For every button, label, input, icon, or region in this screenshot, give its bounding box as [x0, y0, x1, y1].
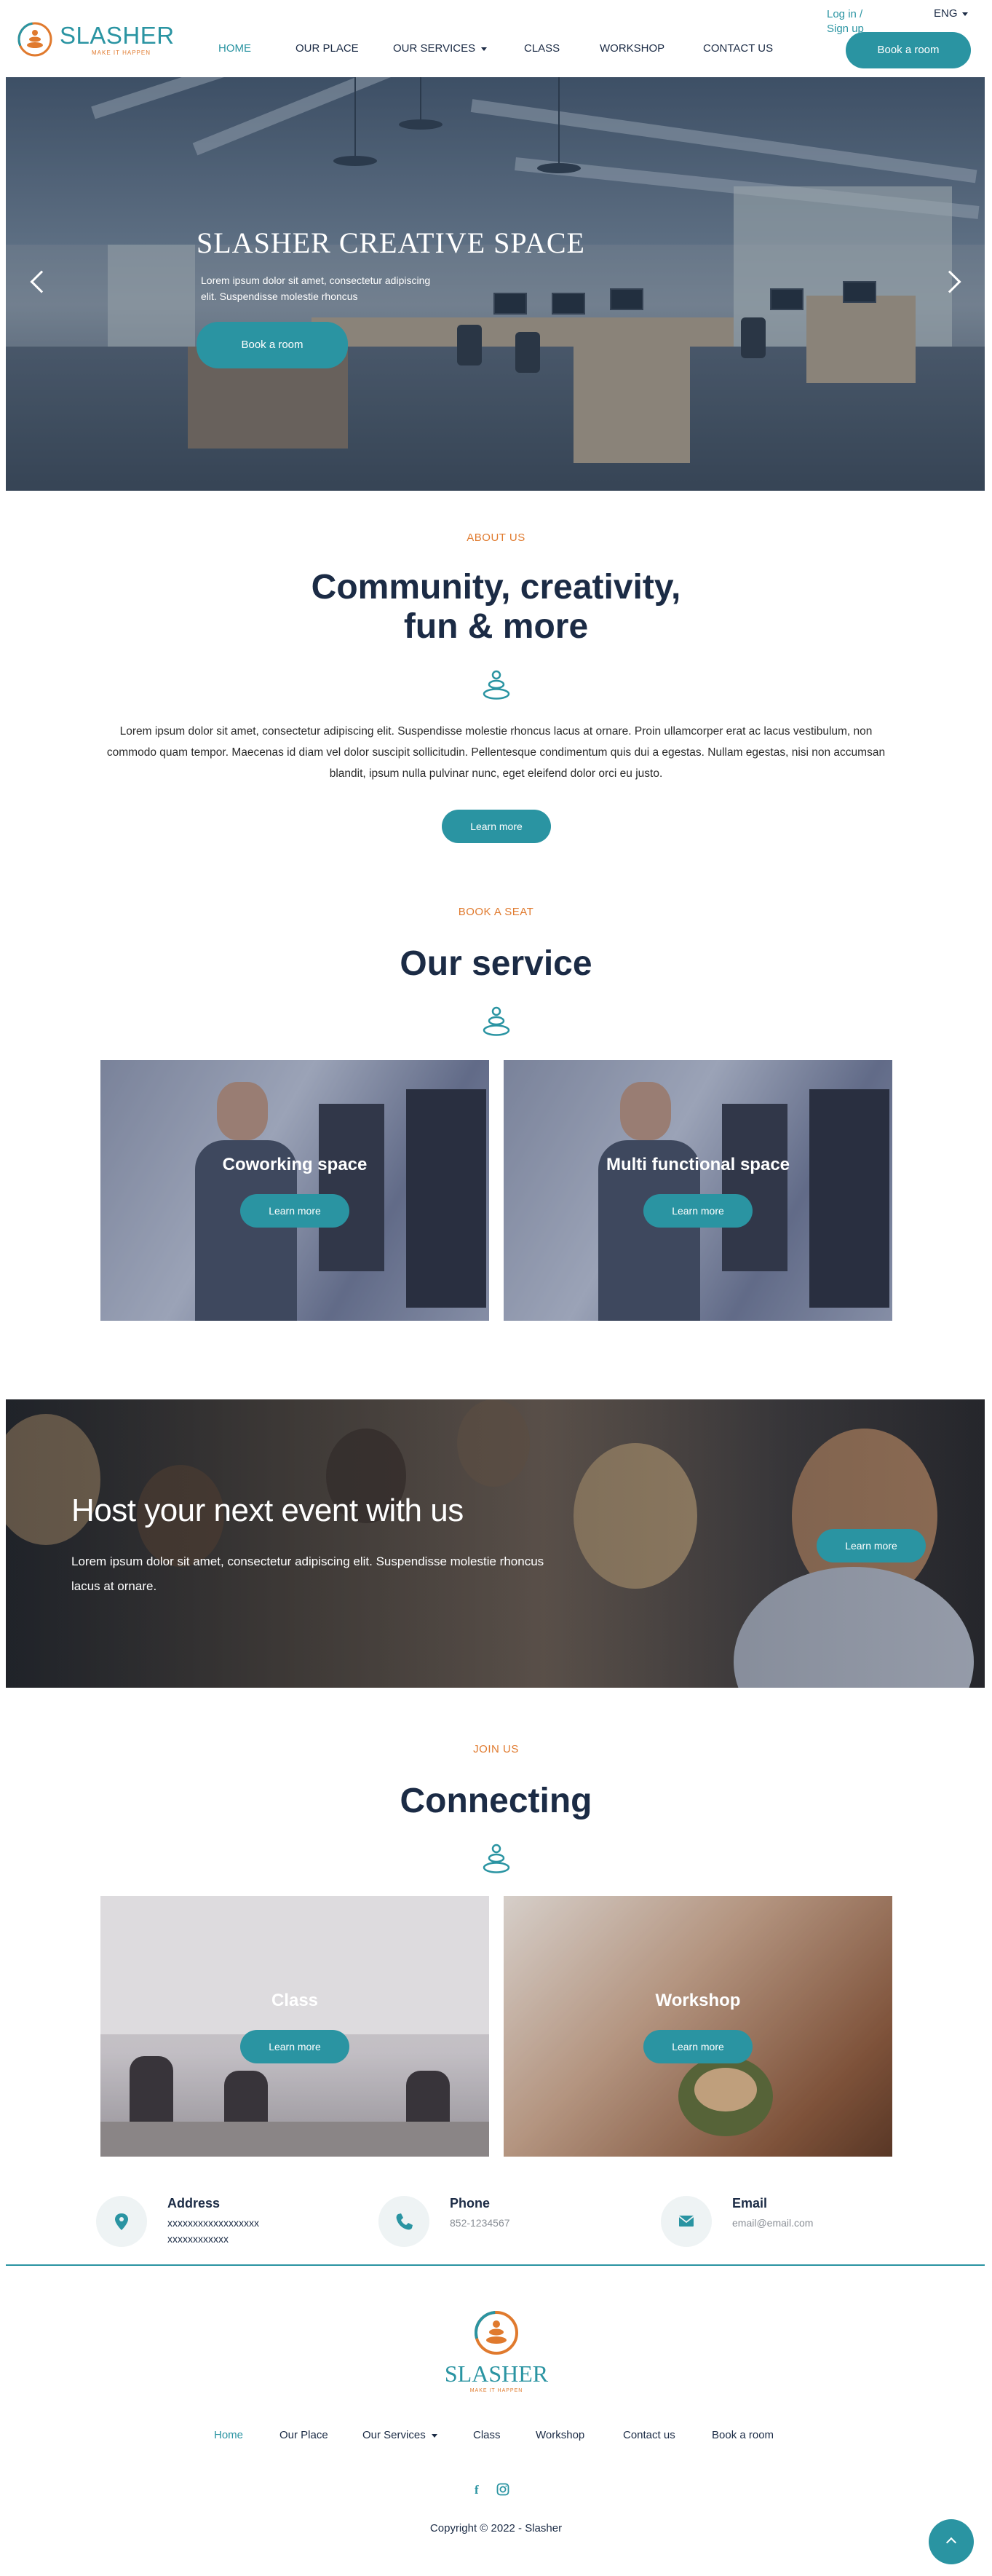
event-text: Lorem ipsum dolor sit amet, consectetur …	[71, 1554, 544, 1593]
footer-logo[interactable]: SLASHER make it happen	[441, 2310, 552, 2397]
service-card-title: Coworking space	[222, 1155, 368, 1174]
logo-mark-icon	[17, 22, 52, 57]
logo-tagline: make it happen	[92, 50, 151, 56]
zen-stones-icon	[483, 670, 510, 700]
connecting-card-title: Class	[271, 1991, 319, 2010]
chevron-down-icon	[481, 47, 488, 51]
service-card-title: Multi functional space	[606, 1155, 790, 1174]
email-icon-circle	[661, 2196, 712, 2247]
facebook-icon[interactable]: f	[475, 2483, 479, 2497]
connecting-title: Connecting	[400, 1782, 592, 1820]
footer-nav-our-services-label: Our Services	[362, 2429, 426, 2441]
connecting-card-learn-more-button[interactable]: Learn more	[240, 2030, 349, 2063]
chevron-down-icon	[431, 2433, 437, 2438]
address-icon-circle	[96, 2196, 147, 2247]
hero-text: Lorem ipsum dolor sit amet, consectetur …	[201, 274, 431, 302]
address-line1: xxxxxxxxxxxxxxxxxx	[167, 2217, 259, 2229]
service-card-coworking[interactable]: Coworking space Learn more	[100, 1060, 489, 1321]
nav-our-place[interactable]: OUR PLACE	[295, 42, 359, 55]
email-label: Email	[732, 2196, 768, 2210]
card-overlay	[100, 1060, 489, 1321]
phone-label: Phone	[450, 2196, 491, 2210]
logo-mark-icon	[475, 2311, 518, 2355]
address-line2: xxxxxxxxxxxx	[167, 2233, 229, 2245]
services-title: Our service	[400, 944, 592, 983]
connecting-card-workshop[interactable]: Workshop Learn more	[504, 1896, 892, 2157]
email-value[interactable]: email@email.com	[732, 2215, 813, 2231]
logo-text: SLASHER	[60, 22, 175, 49]
zen-stones-icon	[483, 1844, 510, 1873]
card-overlay	[504, 1896, 892, 2157]
footer-nav-workshop[interactable]: Workshop	[536, 2429, 584, 2441]
phone-icon	[396, 2213, 413, 2230]
nav-our-services[interactable]: OUR SERVICES	[393, 42, 488, 55]
language-selector[interactable]: ENG	[934, 7, 968, 20]
instagram-icon[interactable]	[496, 2483, 509, 2496]
about-text: Lorem ipsum dolor sit amet, consectetur …	[106, 725, 886, 780]
footer-nav-our-services[interactable]: Our Services	[362, 2429, 437, 2441]
arrow-up-icon[interactable]	[929, 2519, 974, 2564]
card-overlay	[504, 1060, 892, 1321]
site-header: SLASHER make it happen HOME OUR PLACE OU…	[0, 0, 992, 77]
phone-value[interactable]: 852-1234567	[450, 2215, 510, 2231]
header-book-room-button[interactable]: Book a room	[846, 32, 971, 68]
service-card-multi-functional[interactable]: Multi functional space Learn more	[504, 1060, 892, 1321]
hero-book-room-button[interactable]: Book a room	[197, 322, 348, 368]
phone-icon-circle	[378, 2196, 429, 2247]
address-value: xxxxxxxxxxxxxxxxxx xxxxxxxxxxxx	[167, 2215, 259, 2247]
hero-slider: SLASHER CREATIVE SPACE Lorem ipsum dolor…	[6, 77, 985, 491]
login-link[interactable]: Log in /	[827, 7, 864, 22]
copyright-text: Copyright © 2022 - Slasher	[429, 2522, 563, 2534]
services-eyebrow: BOOK A SEAT	[458, 906, 534, 918]
nav-workshop[interactable]: WORKSHOP	[600, 42, 664, 55]
connecting-card-class[interactable]: Class Learn more	[100, 1896, 489, 2157]
card-overlay	[100, 1896, 489, 2157]
event-title: Host your next event with us	[71, 1493, 464, 1528]
about-title: Community, creativity, fun & more	[0, 568, 992, 647]
about-eyebrow: ABOUT US	[467, 532, 525, 544]
nav-contact-us[interactable]: CONTACT US	[703, 42, 773, 55]
connecting-card-title: Workshop	[655, 1991, 741, 2010]
language-value: ENG	[934, 7, 958, 20]
hero-overlay	[6, 77, 985, 491]
service-card-learn-more-button[interactable]: Learn more	[240, 1194, 349, 1228]
chevron-down-icon	[961, 12, 968, 16]
about-learn-more-button[interactable]: Learn more	[442, 810, 551, 843]
event-banner: Host your next event with us Lorem ipsum…	[6, 1399, 985, 1688]
footer-logo-text: SLASHER	[444, 2360, 549, 2387]
event-learn-more-button[interactable]: Learn more	[817, 1529, 926, 1562]
map-pin-icon	[115, 2213, 128, 2230]
envelope-icon	[678, 2216, 694, 2227]
footer-nav-contact-us[interactable]: Contact us	[623, 2429, 675, 2441]
hero-title: SLASHER CREATIVE SPACE	[197, 226, 585, 259]
service-card-learn-more-button[interactable]: Learn more	[643, 1194, 753, 1228]
about-title-line2: fun & more	[403, 607, 589, 646]
header-logo[interactable]: SLASHER make it happen	[16, 17, 176, 64]
footer-nav-book-a-room[interactable]: Book a room	[712, 2429, 774, 2441]
address-label: Address	[167, 2196, 221, 2210]
footer-divider	[6, 2264, 985, 2266]
connecting-card-learn-more-button[interactable]: Learn more	[643, 2030, 753, 2063]
about-title-line1: Community, creativity,	[311, 568, 681, 607]
footer-nav-class[interactable]: Class	[473, 2429, 501, 2441]
connecting-eyebrow: JOIN US	[473, 1743, 519, 1755]
footer-logo-tagline: make it happen	[469, 2388, 523, 2393]
zen-stones-icon	[483, 1006, 510, 1036]
nav-class[interactable]: CLASS	[524, 42, 560, 55]
nav-our-services-label: OUR SERVICES	[393, 42, 476, 55]
footer-nav-our-place[interactable]: Our Place	[279, 2429, 328, 2441]
nav-home[interactable]: HOME	[218, 42, 251, 55]
footer-nav-home[interactable]: Home	[214, 2429, 243, 2441]
